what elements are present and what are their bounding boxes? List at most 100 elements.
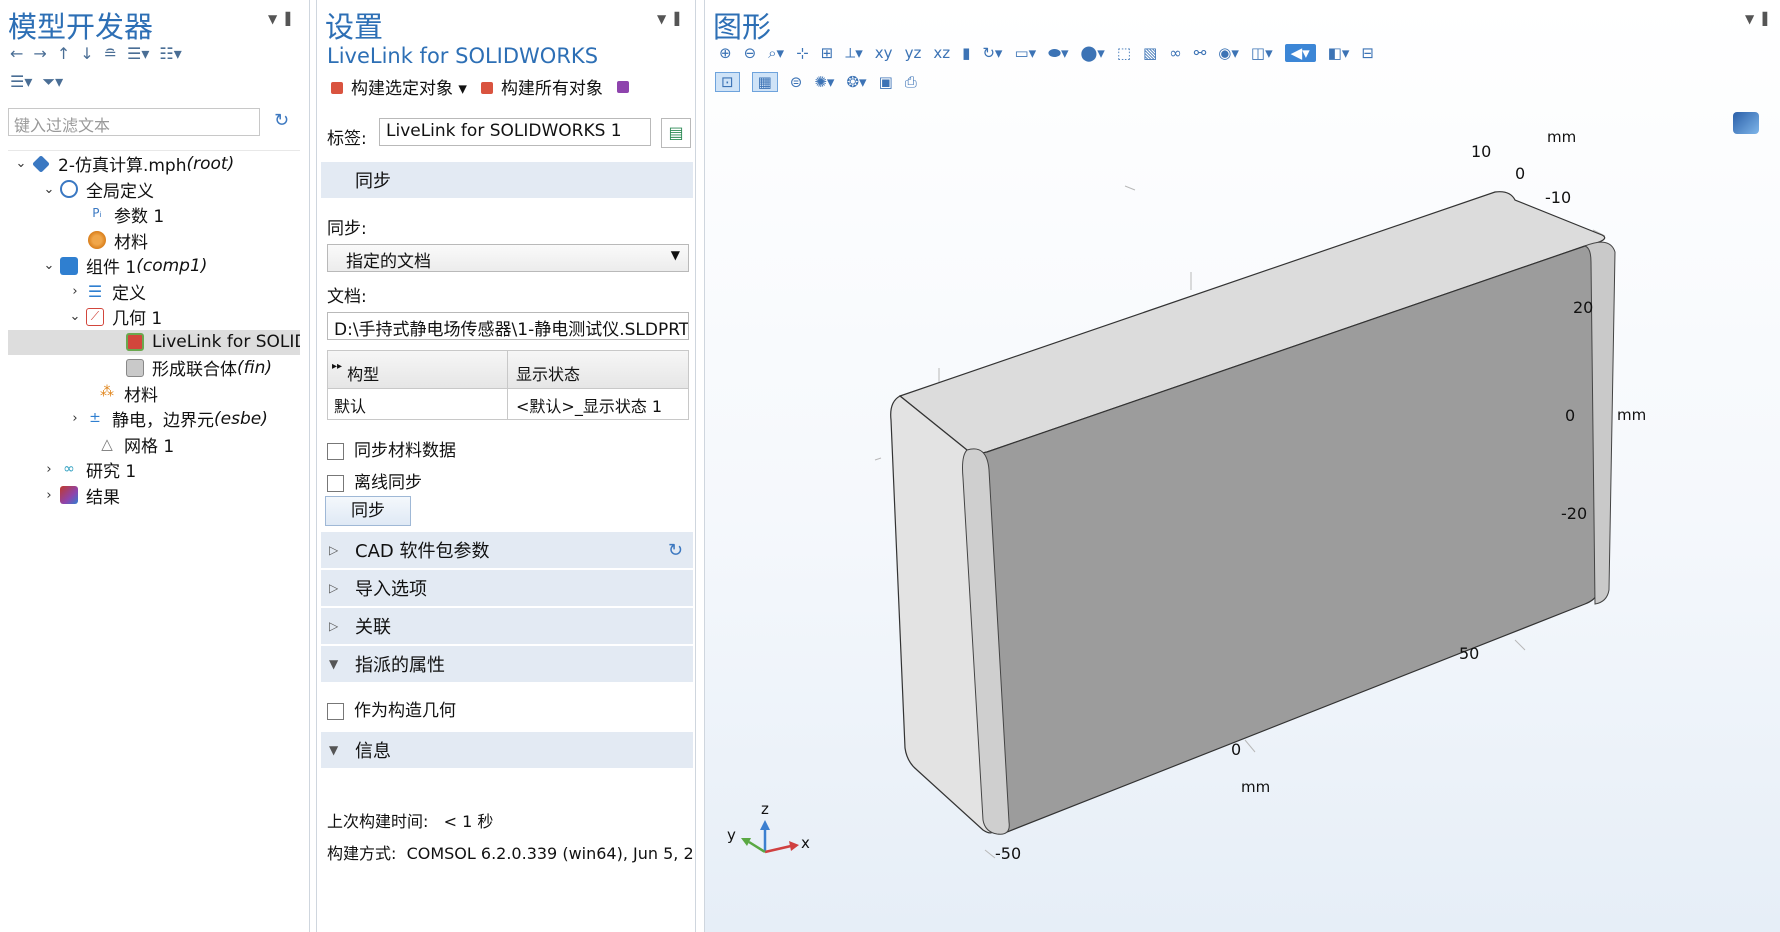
chevron-down-icon[interactable]: ⌄ bbox=[42, 258, 56, 273]
axis-tick-label: 20 bbox=[1573, 298, 1594, 317]
build-all-button[interactable]: 构建所有对象 bbox=[480, 74, 603, 99]
refresh-icon[interactable]: ↻ bbox=[274, 110, 289, 131]
sync-select[interactable]: 指定的文档 ▼ bbox=[327, 244, 689, 272]
chevron-right-icon: ▷ bbox=[329, 619, 339, 633]
build-selected-icon bbox=[331, 82, 343, 94]
chevron-down-icon: ▼ bbox=[670, 248, 680, 262]
show-icon[interactable]: ≘ bbox=[104, 44, 117, 64]
tree-node-electrostatics[interactable]: › ± 静电，边界元 (esbe) bbox=[8, 406, 300, 432]
configuration-table: ▸▸ 构型 显示状态 默认 <默认>_显示状态 1 bbox=[327, 350, 689, 420]
pane-menu-icon[interactable]: ▼ ▐ bbox=[657, 12, 679, 26]
chevron-down-icon: ▼ bbox=[329, 657, 339, 671]
checkbox-icon bbox=[327, 474, 344, 492]
chevron-right-icon: ▷ bbox=[329, 543, 339, 557]
checkbox-label: 同步材料数据 bbox=[354, 441, 456, 461]
axis-unit-label: mm bbox=[1617, 406, 1647, 424]
section-import-options[interactable]: ▷ 导入选项 bbox=[321, 570, 693, 606]
filter-icon[interactable]: ⏷▾ bbox=[42, 72, 63, 92]
sync-caption: 同步: bbox=[327, 219, 367, 239]
axis-unit-label: mm bbox=[1547, 128, 1577, 146]
tree-node-definitions[interactable]: › ☰ 定义 bbox=[8, 279, 300, 305]
tree-tag: (esbe) bbox=[214, 408, 268, 429]
comment-icon[interactable]: ▤ bbox=[661, 118, 691, 148]
section-info[interactable]: ▼ 信息 bbox=[321, 732, 693, 768]
expand-sections-icon[interactable]: ☰▾ bbox=[127, 44, 149, 64]
checkbox-label: 作为构造几何 bbox=[354, 701, 456, 721]
tree-tag: (fin) bbox=[237, 357, 273, 378]
table-row[interactable]: 默认 <默认>_显示状态 1 bbox=[328, 389, 688, 419]
section-label: 同步 bbox=[355, 171, 391, 192]
chevron-down-icon[interactable]: ⌄ bbox=[42, 182, 56, 197]
build-with-row: 构建方式: COMSOL 6.2.0.339 (win64), Jun 5, 2… bbox=[327, 840, 693, 864]
chevron-right-icon[interactable]: › bbox=[42, 462, 56, 477]
results-icon bbox=[60, 486, 78, 505]
tree-node-results[interactable]: › 结果 bbox=[8, 483, 300, 509]
filter-input[interactable]: 键入过滤文本 bbox=[8, 108, 260, 136]
tree-node-global-definitions[interactable]: ⌄ 全局定义 bbox=[8, 177, 300, 203]
sensor-box-model[interactable] bbox=[890, 191, 1616, 835]
mesh-icon: △ bbox=[101, 435, 113, 454]
table-header-display-state[interactable]: 显示状态 bbox=[508, 351, 688, 388]
tree-node-geometry[interactable]: ⌄ ⟋ 几何 1 bbox=[8, 304, 300, 330]
tree-label: 研究 1 bbox=[86, 462, 137, 483]
move-down-icon[interactable]: ↓ bbox=[80, 44, 93, 64]
tree-node-form-union[interactable]: 形成联合体 (fin) bbox=[8, 355, 300, 381]
chevron-right-icon: ▷ bbox=[329, 581, 339, 595]
tree-label: LiveLink for SOLIDWORKS 1 bbox=[152, 332, 300, 353]
list-view-icon[interactable]: ☰▾ bbox=[10, 72, 32, 92]
chevron-right-icon[interactable]: › bbox=[68, 411, 82, 426]
collapse-sections-icon[interactable]: ☷▾ bbox=[159, 44, 181, 64]
tree-node-study[interactable]: › ∞ 研究 1 bbox=[8, 457, 300, 483]
build-selected-button[interactable]: 构建选定对象 ▾ bbox=[331, 74, 467, 99]
chevron-right-icon[interactable]: › bbox=[68, 284, 82, 299]
tree-tag: (root) bbox=[186, 153, 235, 174]
tree-node-root[interactable]: ⌄ 2-仿真计算.mph (root) bbox=[8, 151, 300, 177]
tree-label: 几何 1 bbox=[112, 309, 163, 330]
tree-label: 组件 1 bbox=[86, 258, 137, 279]
study-icon: ∞ bbox=[63, 460, 75, 477]
tree-node-parameters[interactable]: Pᵢ 参数 1 bbox=[8, 202, 300, 228]
tree-label: 2-仿真计算.mph bbox=[58, 156, 187, 177]
chevron-down-icon[interactable]: ⌄ bbox=[14, 156, 28, 171]
chevron-down-icon[interactable]: ⌄ bbox=[68, 309, 82, 324]
section-cad-params[interactable]: ▷ CAD 软件包参数 ↻ bbox=[321, 532, 693, 568]
triad-z-label: z bbox=[761, 800, 769, 818]
axis-tick-label: 50 bbox=[1459, 644, 1480, 663]
move-up-icon[interactable]: ↑ bbox=[57, 44, 70, 64]
tree-node-component[interactable]: ⌄ 组件 1 (comp1) bbox=[8, 253, 300, 279]
checkbox-icon bbox=[327, 442, 344, 460]
refresh-icon[interactable]: ↻ bbox=[668, 540, 683, 561]
chevron-down-icon: ▼ bbox=[329, 743, 339, 757]
electrostatics-icon: ± bbox=[89, 409, 101, 426]
offline-sync-checkbox[interactable]: 离线同步 bbox=[327, 468, 422, 493]
chevron-right-icon[interactable]: › bbox=[42, 488, 56, 503]
pane-menu-icon[interactable]: ▼ ▐ bbox=[268, 12, 290, 26]
axis-tick-label: 0 bbox=[1231, 740, 1242, 759]
checkbox-icon bbox=[327, 702, 344, 720]
section-sync-header[interactable]: 同步 bbox=[321, 162, 693, 198]
back-arrow-icon[interactable]: ← bbox=[10, 44, 23, 64]
table-header: ▸▸ 构型 显示状态 bbox=[328, 351, 688, 389]
tree-node-mesh[interactable]: △ 网格 1 bbox=[8, 432, 300, 458]
section-associativity[interactable]: ▷ 关联 bbox=[321, 608, 693, 644]
tree-node-materials[interactable]: ⁂ 材料 bbox=[8, 381, 300, 407]
tree-node-livelink[interactable]: LiveLink for SOLIDWORKS 1 bbox=[8, 329, 300, 355]
axis-tick-label: -10 bbox=[1545, 188, 1572, 207]
build-extra-icon[interactable] bbox=[616, 80, 629, 93]
section-label: 信息 bbox=[355, 741, 391, 762]
doc-path-field[interactable]: D:\手持式静电场传感器\1-静电测试仪.SLDPRT bbox=[327, 312, 689, 340]
build-toolbar: 构建选定对象 ▾ 构建所有对象 bbox=[331, 74, 637, 99]
label-field[interactable]: LiveLink for SOLIDWORKS 1 bbox=[379, 118, 651, 146]
tree-node-materials-global[interactable]: 材料 bbox=[8, 228, 300, 254]
table-header-config[interactable]: ▸▸ 构型 bbox=[328, 351, 508, 388]
forward-arrow-icon[interactable]: → bbox=[33, 44, 46, 64]
section-assigned-attributes[interactable]: ▼ 指派的属性 bbox=[321, 646, 693, 682]
sync-button[interactable]: 同步 bbox=[325, 496, 411, 526]
section-label: 导入选项 bbox=[355, 579, 427, 600]
construction-geometry-checkbox[interactable]: 作为构造几何 bbox=[327, 696, 456, 721]
last-build-row: 上次构建时间: < 1 秒 bbox=[327, 808, 493, 832]
build-all-icon bbox=[480, 82, 493, 94]
tree-label: 定义 bbox=[112, 283, 146, 304]
sync-material-checkbox[interactable]: 同步材料数据 bbox=[327, 436, 456, 461]
table-cell: 默认 bbox=[328, 389, 508, 419]
